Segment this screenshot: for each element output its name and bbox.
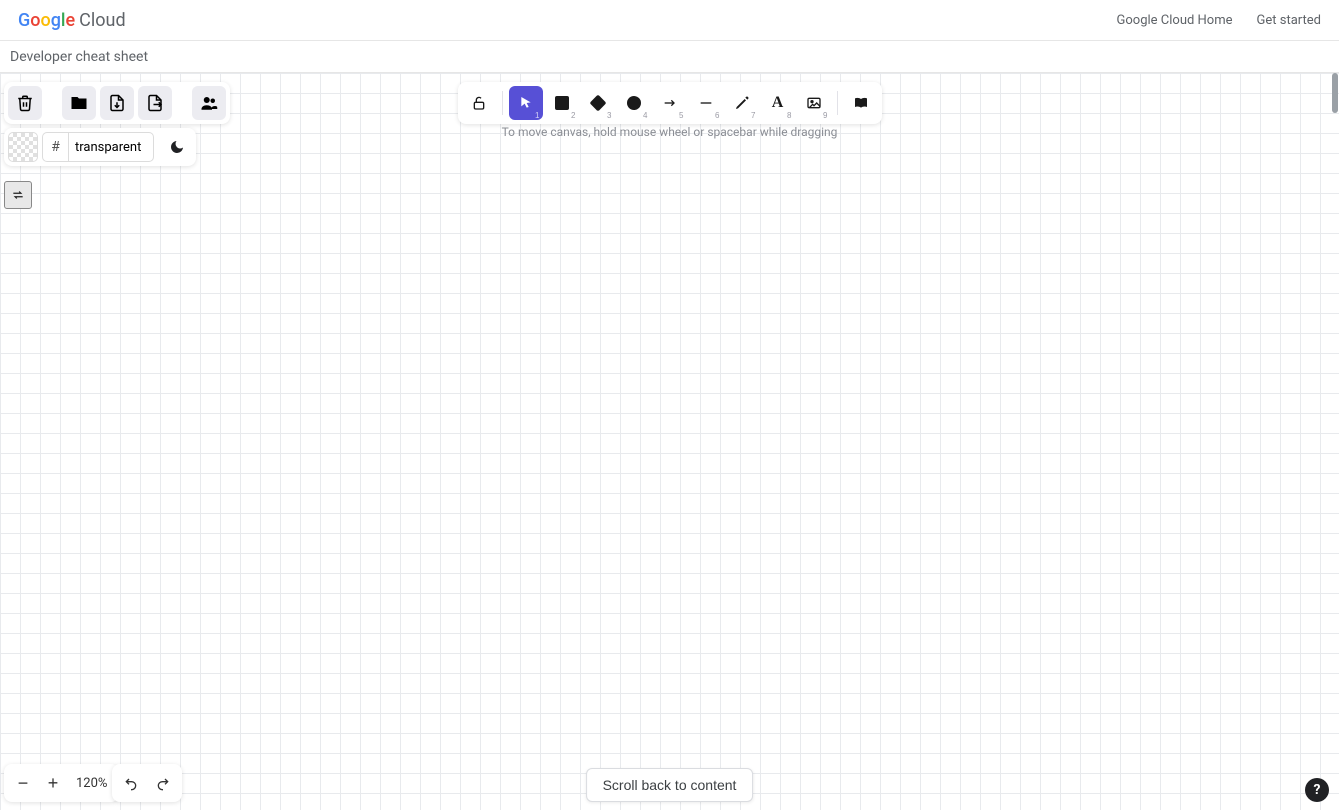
- library-button[interactable]: [844, 86, 878, 120]
- text-icon: A: [772, 94, 784, 112]
- background-swatch[interactable]: [8, 132, 38, 162]
- pencil-icon: [734, 95, 750, 111]
- line-tool[interactable]: 6: [689, 86, 723, 120]
- gcp-switch-button[interactable]: [4, 181, 32, 209]
- tool-index: 3: [607, 111, 611, 120]
- dark-mode-toggle[interactable]: [162, 132, 192, 162]
- canvas-hint: To move canvas, hold mouse wheel or spac…: [502, 125, 838, 139]
- file-actions-island: [4, 82, 230, 124]
- book-open-icon: [853, 95, 869, 111]
- file-export-icon: [146, 94, 164, 112]
- tool-index: 8: [787, 111, 791, 120]
- folder-open-icon: [70, 94, 88, 112]
- line-icon: [698, 95, 714, 111]
- square-icon: [555, 96, 569, 110]
- tool-index: 9: [823, 111, 827, 120]
- zoom-out-button[interactable]: −: [8, 768, 38, 798]
- users-icon: [200, 94, 218, 112]
- google-word: Google: [18, 10, 75, 31]
- toolbar-separator: [837, 91, 838, 115]
- tool-index: 2: [571, 111, 575, 120]
- image-icon: [806, 95, 822, 111]
- freedraw-tool[interactable]: 7: [725, 86, 759, 120]
- undo-button[interactable]: [116, 768, 146, 798]
- lock-open-icon: [471, 95, 487, 111]
- circle-icon: [627, 96, 641, 110]
- help-button[interactable]: ?: [1305, 778, 1329, 802]
- scroll-thumb[interactable]: [1332, 73, 1338, 113]
- tool-index: 6: [715, 111, 719, 120]
- redo-icon: [155, 775, 171, 791]
- export-image-button[interactable]: [138, 86, 172, 120]
- image-tool[interactable]: 9: [797, 86, 831, 120]
- google-cloud-home-link[interactable]: Google Cloud Home: [1117, 13, 1233, 28]
- save-button[interactable]: [100, 86, 134, 120]
- hash-label: #: [42, 132, 68, 162]
- open-button[interactable]: [62, 86, 96, 120]
- selection-tool[interactable]: 1: [509, 86, 543, 120]
- vertical-scrollbar[interactable]: [1331, 73, 1339, 810]
- cursor-icon: [518, 95, 534, 111]
- moon-icon: [169, 139, 185, 155]
- background-color-input[interactable]: [68, 132, 154, 162]
- page-title: Developer cheat sheet: [10, 49, 148, 65]
- canvas[interactable]: # 1 2 3 4 5: [0, 73, 1339, 810]
- undo-redo-island: [112, 764, 182, 802]
- live-collaboration-button[interactable]: [192, 86, 226, 120]
- top-header: Google Cloud Google Cloud Home Get start…: [0, 0, 1339, 41]
- tool-index: 4: [643, 111, 647, 120]
- clear-canvas-button[interactable]: [8, 86, 42, 120]
- zoom-in-button[interactable]: +: [38, 768, 68, 798]
- file-save-icon: [108, 94, 126, 112]
- lock-tool[interactable]: [462, 86, 496, 120]
- get-started-link[interactable]: Get started: [1257, 13, 1321, 28]
- zoom-value[interactable]: 120%: [68, 776, 115, 791]
- swap-horizontal-icon: [11, 187, 25, 203]
- rectangle-tool[interactable]: 2: [545, 86, 579, 120]
- shape-toolbar: 1 2 3 4 5 6 7 A 8: [458, 82, 882, 124]
- scroll-back-button[interactable]: Scroll back to content: [586, 768, 754, 802]
- diamond-tool[interactable]: 3: [581, 86, 615, 120]
- arrow-tool[interactable]: 5: [653, 86, 687, 120]
- tool-index: 1: [535, 111, 539, 120]
- trash-icon: [16, 94, 34, 112]
- google-cloud-logo[interactable]: Google Cloud: [18, 10, 126, 31]
- diamond-icon: [589, 95, 606, 112]
- tool-index: 7: [751, 111, 755, 120]
- tool-index: 5: [679, 111, 683, 120]
- toolbar-separator: [502, 91, 503, 115]
- cloud-word: Cloud: [79, 10, 125, 31]
- undo-icon: [123, 775, 139, 791]
- zoom-island: − + 120%: [4, 764, 119, 802]
- ellipse-tool[interactable]: 4: [617, 86, 651, 120]
- redo-button[interactable]: [148, 768, 178, 798]
- arrow-right-icon: [662, 95, 678, 111]
- text-tool[interactable]: A 8: [761, 86, 795, 120]
- page-subheader: Developer cheat sheet: [0, 41, 1339, 73]
- canvas-background-island: #: [4, 128, 196, 166]
